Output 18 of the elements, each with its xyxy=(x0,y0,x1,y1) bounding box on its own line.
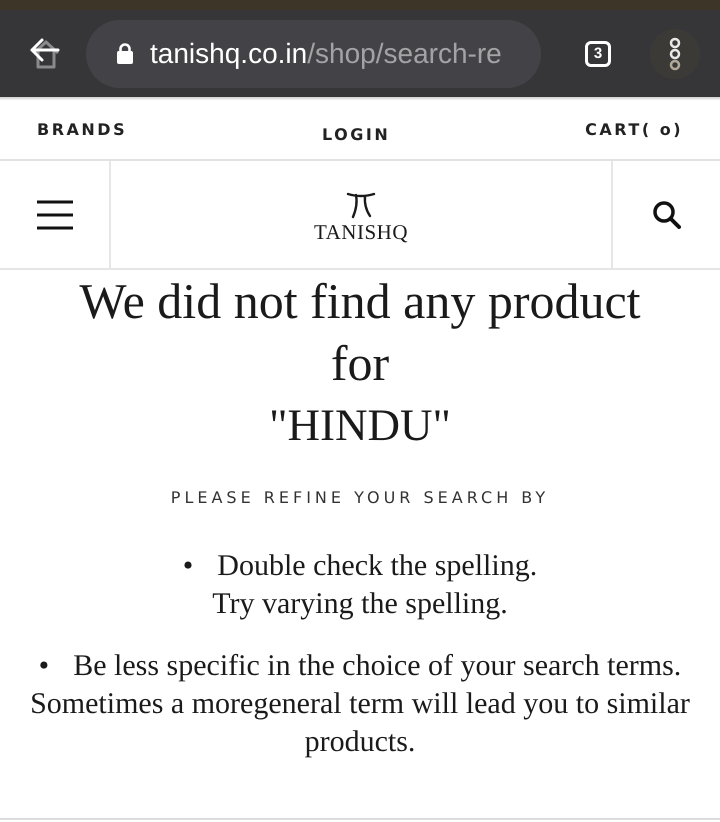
refine-search-label: PLEASE REFINE YOUR SEARCH BY xyxy=(170,488,550,508)
nav-link[interactable]: BRANDS xyxy=(37,118,128,142)
tip-text: • Double check the spelling. Try varying the spelling. xyxy=(182,548,538,622)
logo-text[interactable]: TANISHQ xyxy=(314,218,408,244)
more-options-icon[interactable] xyxy=(650,28,700,78)
nav-link[interactable]: LOGIN xyxy=(322,122,390,146)
lock-icon xyxy=(116,42,134,65)
address-bar[interactable]: tanishq.co.in/shop/search-re xyxy=(86,20,541,88)
menu-icon xyxy=(36,200,72,230)
url-text: tanishq.co.in/shop/search-re xyxy=(150,36,502,71)
nav-link[interactable]: CART( o) xyxy=(585,118,683,142)
menu-button[interactable] xyxy=(34,198,74,232)
search-icon xyxy=(652,200,682,230)
tab-count-button[interactable]: 3 xyxy=(585,40,611,66)
search-query-text: "HINDU" xyxy=(269,399,451,452)
logo-mark-icon[interactable] xyxy=(346,190,376,218)
tip-text: • Be less specific in the choice of your search terms. Sometimes a moregeneral term will lead you to similar products. xyxy=(30,648,690,760)
no-results-heading: We did not find any product for xyxy=(79,272,641,393)
